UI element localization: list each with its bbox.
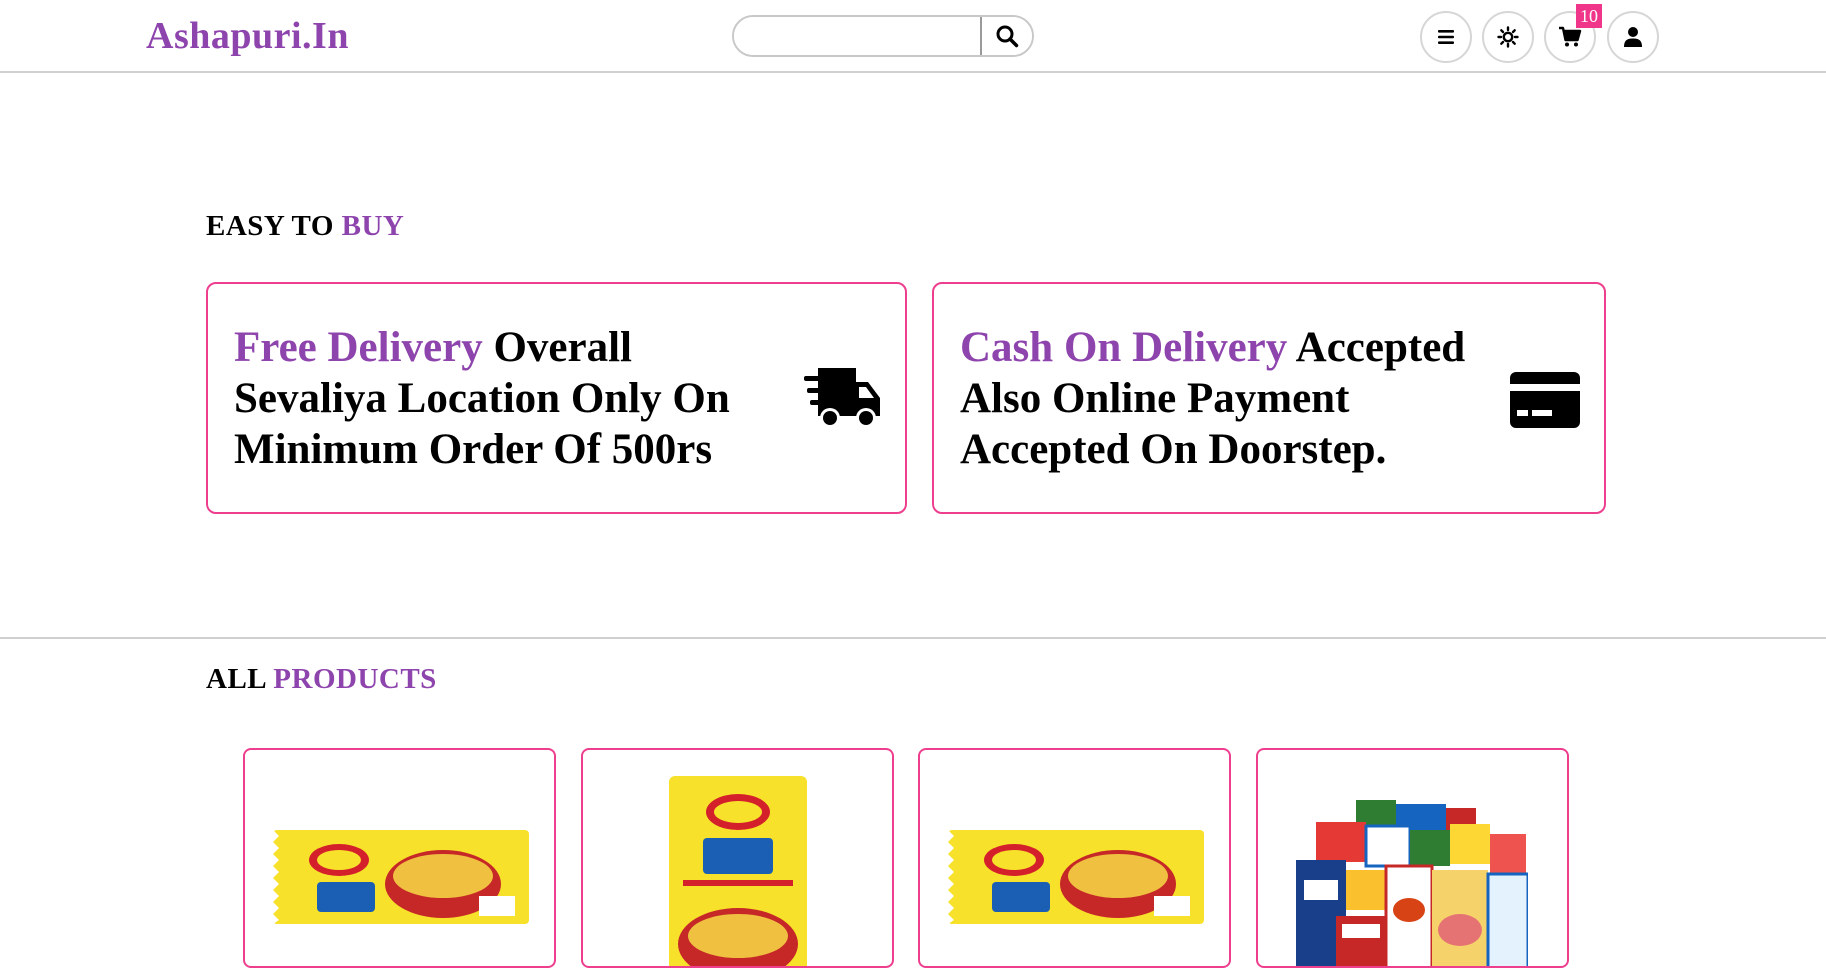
menu-button[interactable]	[1420, 11, 1472, 63]
site-logo[interactable]: Ashapuri.In	[146, 14, 349, 58]
product-image[interactable]	[669, 776, 807, 968]
account-button[interactable]	[1607, 11, 1659, 63]
product-card[interactable]	[1256, 748, 1569, 968]
feature-accent: Free Delivery	[234, 324, 483, 371]
heading-prefix: ALL	[206, 663, 266, 695]
feature-line: Minimum Order Of 500rs	[234, 426, 713, 473]
search-input[interactable]	[734, 17, 980, 55]
feature-line: Sevaliya Location Only On	[234, 375, 730, 422]
product-image[interactable]	[948, 830, 1204, 924]
all-products-heading: ALL PRODUCTS	[206, 663, 437, 696]
sun-icon	[1497, 26, 1519, 48]
heading-accent: PRODUCTS	[273, 663, 437, 695]
feature-line: Overall	[482, 324, 632, 371]
feature-line: Accepted On Doorstep.	[960, 426, 1387, 473]
search-icon	[996, 25, 1019, 48]
product-card[interactable]	[918, 748, 1231, 968]
truck-icon	[804, 368, 880, 428]
section-divider	[0, 637, 1826, 639]
product-image[interactable]	[1296, 800, 1528, 968]
free-delivery-text: Free Delivery Overall Sevaliya Location …	[234, 322, 730, 475]
product-card[interactable]	[581, 748, 894, 968]
cart-icon	[1559, 26, 1582, 47]
feature-line: Accepted	[1287, 324, 1466, 371]
search-box	[732, 15, 1034, 57]
product-card[interactable]	[243, 748, 556, 968]
free-delivery-card: Free Delivery Overall Sevaliya Location …	[206, 282, 907, 514]
theme-toggle-button[interactable]	[1482, 11, 1534, 63]
user-icon	[1624, 27, 1642, 47]
menu-icon	[1438, 30, 1454, 44]
cart-count-badge: 10	[1576, 4, 1602, 28]
feature-accent: Cash On Delivery	[960, 324, 1288, 371]
easy-to-buy-heading: EASY TO BUY	[206, 210, 404, 243]
top-navbar: Ashapuri.In	[0, 0, 1826, 73]
cash-on-delivery-text: Cash On Delivery Accepted Also Online Pa…	[960, 322, 1465, 475]
product-image[interactable]	[273, 830, 529, 924]
cash-on-delivery-card: Cash On Delivery Accepted Also Online Pa…	[932, 282, 1606, 514]
credit-card-icon	[1510, 372, 1580, 428]
feature-line: Also Online Payment	[960, 375, 1350, 422]
search-button[interactable]	[980, 17, 1032, 55]
heading-accent: BUY	[341, 210, 405, 242]
heading-prefix: EASY TO	[206, 210, 334, 242]
